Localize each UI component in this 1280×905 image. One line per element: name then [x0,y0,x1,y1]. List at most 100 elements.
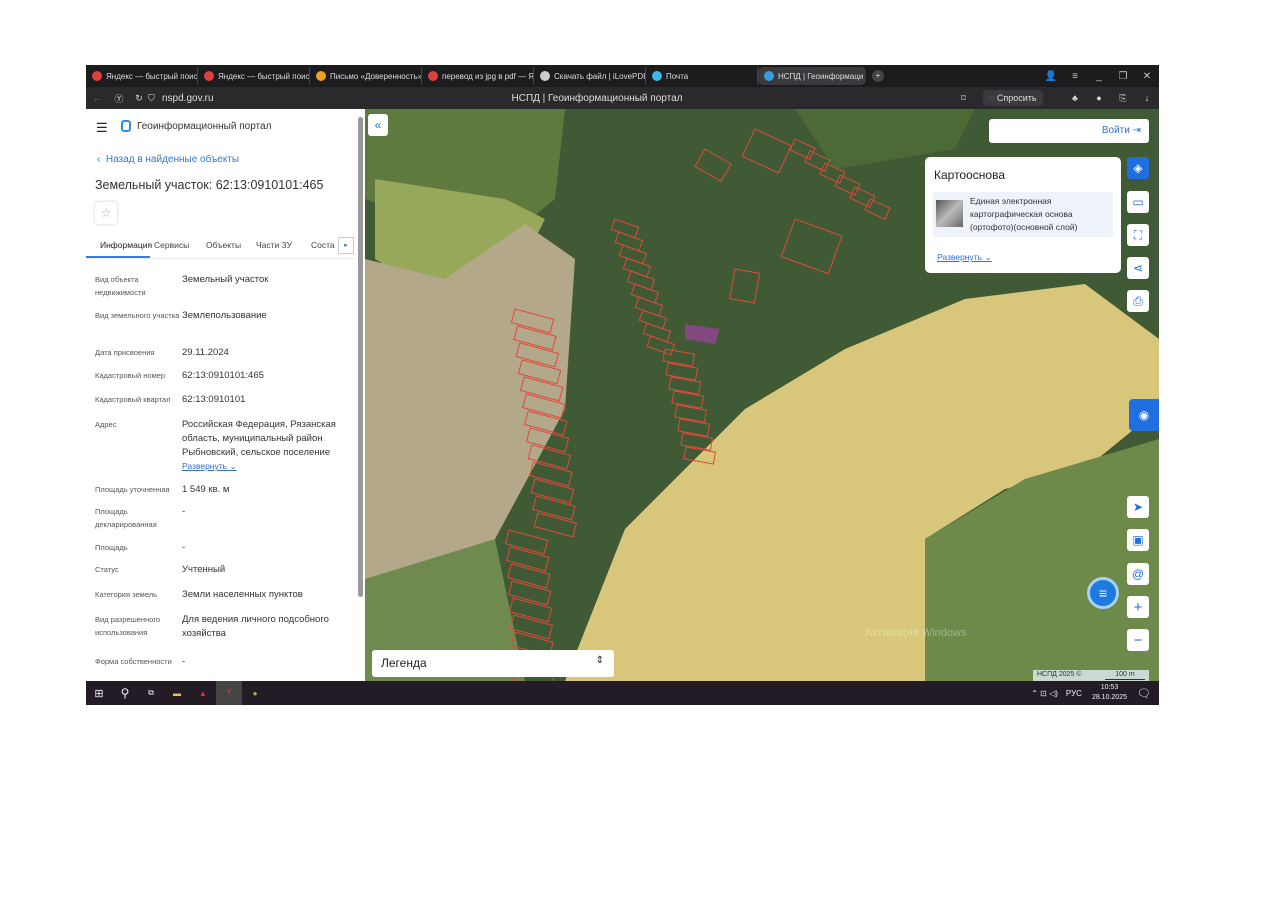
task-view-icon[interactable]: ⧉ [138,688,164,698]
favorite-button[interactable]: ☆ [95,202,117,224]
new-tab-button[interactable]: + [872,70,884,82]
field-row: Адрес Российская Федерация, Рязанская обл… [95,418,355,472]
login-button[interactable]: Войти ⇥ [989,119,1149,143]
field-label: Статус [95,565,119,574]
restore-button[interactable]: ❐ [1111,71,1135,82]
field-label: Вид земельного участка [95,311,180,320]
field-value: 62:13:0910101:465 [182,370,264,381]
start-icon[interactable]: ⊞ [86,687,112,700]
assistant-icon[interactable]: ◉ [1129,399,1159,431]
field-row: Категория земель Земли населенных пунктов [95,588,355,602]
tray-icons[interactable]: ⌃ ⊡ ◁) [1031,689,1058,698]
field-value: - [182,506,186,517]
browser-tab[interactable]: НСПД | Геоинформаци✕ [758,67,866,85]
expand-link[interactable]: Развернуть ⌄ [937,252,992,263]
zoom-out-button[interactable]: − [1127,629,1149,651]
select-area-icon[interactable]: ⛶ [1127,224,1149,246]
menu-icon[interactable]: ☰ [96,120,108,136]
close-button[interactable]: ✕ [1135,71,1159,82]
reader-icon[interactable]: ⎘ [1111,93,1135,104]
browser-tab[interactable]: Письмо «Доверенность» [310,67,422,85]
yandex-icon [92,71,102,81]
field-label: Адрес [95,420,117,429]
field-row: Площадь уточненная 1 549 кв. м [95,483,355,497]
search-icon[interactable]: ⚲ [112,686,138,700]
browser-window: Яндекс — быстрый поиск Яндекс — быстрый п… [86,65,1159,705]
browser-tab[interactable]: Яндекс — быстрый поиск [198,67,310,85]
field-label: Площадь [95,543,128,552]
ask-button[interactable]: ◌ Спросить [983,90,1043,106]
field-label: Вид разрешенного использования [95,615,161,637]
tab-2[interactable]: Объекты [202,234,252,258]
back-link[interactable]: ‹ Назад в найденные объекты [97,154,239,165]
collapse-panel-button[interactable]: « [368,114,388,136]
layer-name: Единая электронная картографическая осно… [970,196,1078,232]
tab-label: Яндекс — быстрый поиск [106,71,198,81]
file-icon [540,71,550,81]
app-icon[interactable]: ● [242,689,268,698]
tabs-next-button[interactable]: ▸ [338,237,354,254]
download-icon[interactable]: ↓ [1135,93,1159,103]
notifications-icon[interactable]: 🗨 [1137,687,1159,700]
tab-label: Почта [666,71,689,81]
field-row: Вид объекта недвижимости Земельный участо… [95,273,355,299]
taskbar: ⊞ ⚲ ⧉ ▬ ▲ Y ● ⌃ ⊡ ◁) РУС 10:53 28.10.2025… [86,681,1159,705]
extension-icon[interactable]: ● [1087,93,1111,103]
print-icon[interactable]: ⎙ [1127,290,1149,312]
yandex-browser-icon[interactable]: Y [216,681,242,705]
activation-watermark: Активация Windows [865,627,967,639]
clock[interactable]: 10:53 28.10.2025 [1092,683,1127,703]
tab-0[interactable]: Информация [86,234,152,258]
field-label: Категория земель [95,590,158,599]
yandex-icon[interactable]: Ⓨ [108,92,130,105]
browser-tab[interactable]: перевод из jpg в pdf — Я [422,67,534,85]
browser-tab[interactable]: Яндекс — быстрый поиск [86,67,198,85]
tab-label: НСПД | Геоинформаци [778,71,864,81]
field-row: Вид земельного участка Землепользование [95,309,355,323]
browser-tab[interactable]: Скачать файл | iLovePDF [534,67,646,85]
tab-label: Скачать файл | iLovePDF [554,71,646,81]
language-indicator[interactable]: РУС [1066,689,1082,698]
map-canvas[interactable]: « Войти ⇥ Картооснова Единая электронная… [365,109,1159,681]
field-label: Кадастровый номер [95,371,166,380]
field-value: Учтенный [182,564,226,575]
chat-button[interactable]: ≡ [1087,577,1119,609]
address-expand-link[interactable]: Развернуть ⌄ [182,461,342,472]
field-value: Земельный участок [182,274,269,285]
back-icon[interactable]: ← [86,93,108,103]
field-value: - [182,656,186,667]
field-value: 1 549 кв. м [182,484,230,495]
browser-tab[interactable]: Почта [646,67,758,85]
tab-label: Яндекс — быстрый поиск [218,71,310,81]
field-label: Форма собственности [95,657,172,666]
locate-icon[interactable]: ➤ [1127,496,1149,518]
layers-icon[interactable]: ◈ [1127,157,1149,179]
tab-1[interactable]: Сервисы [150,234,202,258]
reload-icon[interactable]: ↻ [130,93,148,104]
explorer-icon[interactable]: ▬ [164,689,190,698]
profile-icon[interactable]: 👤 [1039,71,1063,82]
yandex-icon [204,71,214,81]
ruler-icon[interactable]: ▭ [1127,191,1149,213]
minimap-icon[interactable]: ▣ [1127,529,1149,551]
scrollbar[interactable] [358,117,363,597]
app-title: Геоинформационный портал [137,121,272,132]
bookmark-icon[interactable]: ⌑ [961,93,983,104]
legend-dropdown[interactable]: Легенда ⇕ [372,650,614,677]
field-value: Земли населенных пунктов [182,589,303,600]
field-row: Дата присвоения 29.11.2024 [95,346,355,360]
pdf-icon[interactable]: ▲ [190,689,216,698]
address-search-icon[interactable]: @ [1127,563,1149,585]
field-value: 62:13:0910101 [182,394,246,405]
share-icon[interactable]: ⋖ [1127,257,1149,279]
url-field[interactable]: nspd.gov.ru [162,93,442,104]
tab-3[interactable]: Части ЗУ [252,234,307,258]
extension-icon[interactable]: ♣ [1063,93,1087,103]
zoom-in-button[interactable]: + [1127,596,1149,618]
minimize-button[interactable]: _ [1087,71,1111,82]
menu-icon[interactable]: ≡ [1063,71,1087,82]
basemap-layer-item[interactable]: Единая электронная картографическая осно… [933,192,1113,237]
basemap-title: Картооснова [934,168,1005,182]
address-bar: ← Ⓨ ↻ ⛉ nspd.gov.ru НСПД | Геоинформацио… [86,87,1159,109]
field-value: 29.11.2024 [182,347,229,358]
